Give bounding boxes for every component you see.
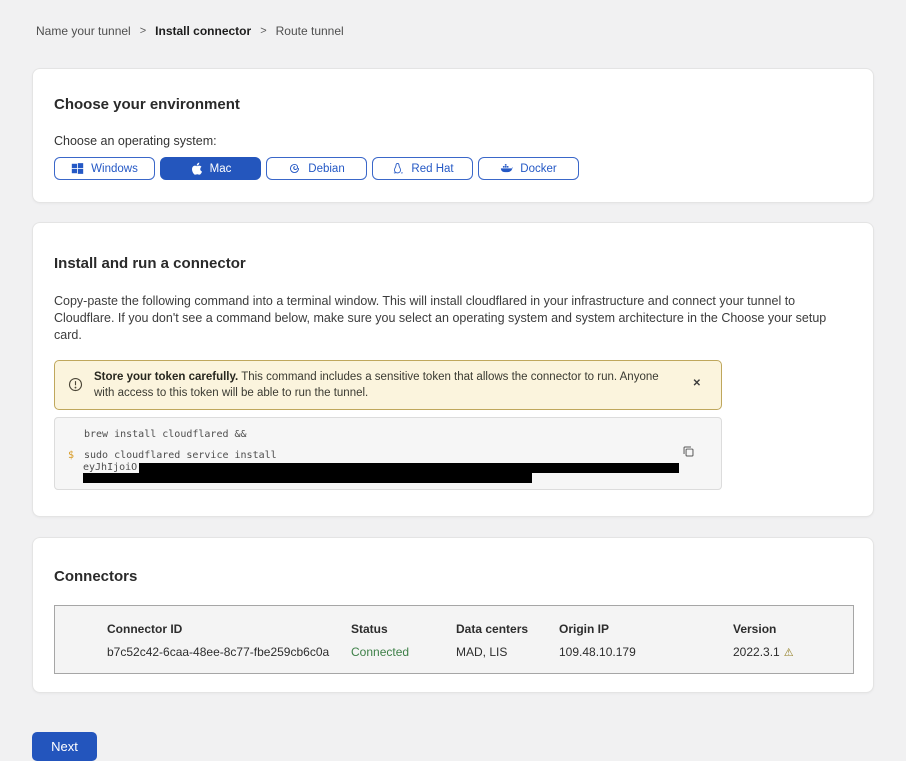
header-origin-ip: Origin IP [559,622,733,636]
version-value: 2022.3.1 ⚠ [733,645,853,659]
redhat-icon [391,162,404,175]
os-select-label: Choose an operating system: [54,134,852,148]
data-centers-value: MAD, LIS [456,645,559,659]
connector-id-value: b7c52c42-6caa-48ee-8c77-fbe259cb6c0a [107,645,351,659]
os-button-label: Red Hat [411,163,453,175]
os-button-group: Windows Mac Debian Red Hat Docker [54,157,852,180]
connectors-card-title: Connectors [54,568,852,585]
choose-environment-card: Choose your environment Choose an operat… [32,68,874,203]
os-button-windows[interactable]: Windows [54,157,155,180]
header-version: Version [733,622,853,636]
status-badge: Connected [351,645,456,659]
install-connector-card: Install and run a connector Copy-paste t… [32,222,874,517]
breadcrumb-step-install-connector[interactable]: Install connector [155,24,251,38]
debian-swirl-icon [288,162,301,175]
code-line-sudo: $sudo cloudflared service install [55,451,721,461]
breadcrumb-separator: > [260,25,266,37]
environment-card-title: Choose your environment [54,96,852,113]
os-button-label: Windows [91,163,138,175]
code-line-token-2 [55,473,721,483]
os-button-debian[interactable]: Debian [266,157,367,180]
os-button-label: Docker [520,163,556,175]
windows-icon [71,162,84,175]
os-button-redhat[interactable]: Red Hat [372,157,473,180]
install-description: Copy-paste the following command into a … [54,293,852,344]
breadcrumb: Name your tunnel > Install connector > R… [0,0,906,38]
next-button[interactable]: Next [32,732,97,761]
redaction-bar [83,473,532,483]
docker-whale-icon [500,162,513,175]
token-warning-text: Store your token carefully. This command… [94,369,675,401]
breadcrumb-separator: > [140,25,146,37]
alert-circle-icon [68,377,83,392]
apple-icon [190,162,203,175]
os-button-mac[interactable]: Mac [160,157,261,180]
shell-prompt: $ [68,451,84,461]
os-button-label: Mac [210,163,232,175]
install-card-title: Install and run a connector [54,255,852,272]
header-connector-id: Connector ID [107,622,351,636]
connectors-table-header: Connector ID Status Data centers Origin … [55,606,853,636]
breadcrumb-step-route-tunnel[interactable]: Route tunnel [276,24,344,38]
header-data-centers: Data centers [456,622,559,636]
code-line-brew: brew install cloudflared && [55,430,721,440]
os-button-docker[interactable]: Docker [478,157,579,180]
redaction-bar [139,463,679,473]
install-command-codeblock: brew install cloudflared && $sudo cloudf… [54,417,722,490]
token-warning-bold: Store your token carefully. [94,371,238,383]
table-row: b7c52c42-6caa-48ee-8c77-fbe259cb6c0a Con… [55,636,853,659]
breadcrumb-step-name-your-tunnel[interactable]: Name your tunnel [36,24,131,38]
os-button-label: Debian [308,163,344,175]
connectors-card: Connectors Connector ID Status Data cent… [32,537,874,693]
token-warning-banner: Store your token carefully. This command… [54,360,722,410]
token-prefix: eyJhIjoiO [83,462,137,473]
copy-icon[interactable] [682,445,695,461]
header-status: Status [351,622,456,636]
version-warning-icon: ⚠ [784,646,794,659]
close-icon[interactable]: ✕ [693,378,701,389]
connectors-table: Connector ID Status Data centers Origin … [54,605,854,674]
code-line-token: eyJhIjoiO [55,462,721,473]
origin-ip-value: 109.48.10.179 [559,645,733,659]
